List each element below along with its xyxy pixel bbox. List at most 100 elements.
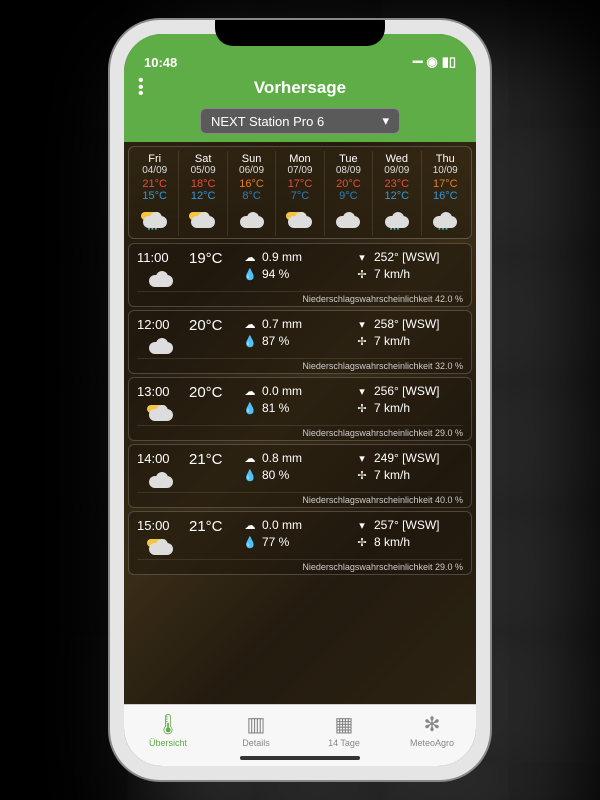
- tab-label: Übersicht: [149, 738, 187, 748]
- hour-time: 12:00: [137, 317, 185, 332]
- day-low-temp: 8°C: [228, 190, 275, 202]
- hour-temp: 21°C: [189, 451, 239, 468]
- day-date: 06/09: [228, 165, 275, 176]
- day-low-temp: 9°C: [325, 190, 372, 202]
- day-date: 07/09: [276, 165, 323, 176]
- hour-temp: 20°C: [189, 384, 239, 401]
- station-selected-label: NEXT Station Pro 6: [211, 114, 324, 129]
- day-name: Tue: [325, 153, 372, 165]
- day-column[interactable]: Tue08/09 20°C9°C: [325, 151, 373, 236]
- wind-speed-icon: ✢: [355, 469, 369, 482]
- precip-probability: Niederschlagswahrscheinlichkeit 42.0 %: [137, 291, 463, 304]
- humidity-icon: 💧: [243, 536, 257, 549]
- tab-details[interactable]: ▥Details: [212, 705, 300, 756]
- status-time: 10:48: [144, 55, 177, 70]
- menu-button[interactable]: •••: [138, 78, 144, 97]
- hour-weather-icon: [137, 338, 185, 354]
- day-date: 08/09: [325, 165, 372, 176]
- hour-weather-icon: [137, 271, 185, 287]
- precip-probability: Niederschlagswahrscheinlichkeit 40.0 %: [137, 492, 463, 505]
- day-column[interactable]: Wed09/0923°C12°C▪▪▪: [373, 151, 421, 236]
- day-name: Thu: [422, 153, 469, 165]
- wind-speed-value: 7 km/h: [374, 401, 410, 415]
- gear-icon: ✻: [424, 714, 441, 736]
- calendar-icon: ▦: [335, 714, 354, 736]
- wind-speed-icon: ✢: [355, 402, 369, 415]
- hour-time: 13:00: [137, 384, 185, 399]
- wind-dir-value: 257° [WSW]: [374, 518, 439, 532]
- hour-row[interactable]: 11:0019°C☁0.9 mm💧94 %▾252° [WSW]✢7 km/hN…: [128, 243, 472, 307]
- wind-speed-icon: ✢: [355, 536, 369, 549]
- hour-time: 15:00: [137, 518, 185, 533]
- humidity-value: 94 %: [262, 267, 289, 281]
- day-high-temp: 21°C: [131, 178, 178, 190]
- wifi-icon: ◉: [426, 54, 437, 70]
- day-low-temp: 15°C: [131, 190, 178, 202]
- battery-icon: ▮▯: [442, 54, 456, 70]
- hour-weather-icon: [137, 405, 185, 421]
- hour-row[interactable]: 12:0020°C☁0.7 mm💧87 %▾258° [WSW]✢7 km/hN…: [128, 310, 472, 374]
- home-indicator[interactable]: [240, 756, 360, 760]
- day-date: 05/09: [179, 165, 226, 176]
- day-high-temp: 20°C: [325, 178, 372, 190]
- wind-speed-icon: ✢: [355, 335, 369, 348]
- tab-label: Details: [242, 738, 270, 748]
- weather-icon: ▪▪▪: [131, 206, 178, 234]
- day-low-temp: 12°C: [373, 190, 420, 202]
- week-forecast: Fri04/0921°C15°C▪▪▪Sat05/0918°C12°CSun06…: [128, 146, 472, 239]
- precip-icon: ☁: [243, 251, 257, 264]
- hour-temp: 20°C: [189, 317, 239, 334]
- day-column[interactable]: Thu10/0917°C16°C▪▪▪: [422, 151, 469, 236]
- wind-dir-icon: ▾: [355, 385, 369, 398]
- precip-icon: ☁: [243, 519, 257, 532]
- precip-icon: ☁: [243, 452, 257, 465]
- wind-speed-icon: ✢: [355, 268, 369, 281]
- day-date: 04/09: [131, 165, 178, 176]
- chevron-down-icon: ▾: [382, 113, 389, 129]
- precip-icon: ☁: [243, 385, 257, 398]
- wind-speed-value: 7 km/h: [374, 468, 410, 482]
- wind-dir-value: 252° [WSW]: [374, 250, 439, 264]
- day-high-temp: 18°C: [179, 178, 226, 190]
- phone-frame: 10:48 ▪▪▪▪ ◉ ▮▯ ••• Vorhersage NEXT Stat…: [110, 20, 490, 780]
- hour-row[interactable]: 15:0021°C☁0.0 mm💧77 %▾257° [WSW]✢8 km/hN…: [128, 511, 472, 575]
- wind-dir-icon: ▾: [355, 452, 369, 465]
- hour-time: 11:00: [137, 250, 185, 265]
- day-high-temp: 23°C: [373, 178, 420, 190]
- tab-14 tage[interactable]: ▦14 Tage: [300, 705, 388, 756]
- notch: [215, 20, 385, 46]
- day-name: Wed: [373, 153, 420, 165]
- precip-value: 0.7 mm: [262, 317, 302, 331]
- tab-label: MeteoAgro: [410, 738, 454, 748]
- hour-row[interactable]: 13:0020°C☁0.0 mm💧81 %▾256° [WSW]✢7 km/hN…: [128, 377, 472, 441]
- wind-speed-value: 8 km/h: [374, 535, 410, 549]
- wind-dir-icon: ▾: [355, 519, 369, 532]
- day-name: Sat: [179, 153, 226, 165]
- tab-übersicht[interactable]: 🌡Übersicht: [124, 705, 212, 756]
- app-header: ••• Vorhersage: [124, 72, 476, 108]
- humidity-icon: 💧: [243, 335, 257, 348]
- day-column[interactable]: Mon07/0917°C7°C: [276, 151, 324, 236]
- day-name: Sun: [228, 153, 275, 165]
- weather-icon: [228, 206, 275, 234]
- wind-speed-value: 7 km/h: [374, 267, 410, 281]
- tab-meteoagro[interactable]: ✻ MeteoAgro: [388, 705, 476, 756]
- station-selector[interactable]: NEXT Station Pro 6 ▾: [200, 108, 400, 134]
- humidity-value: 77 %: [262, 535, 289, 549]
- forecast-content[interactable]: Fri04/0921°C15°C▪▪▪Sat05/0918°C12°CSun06…: [124, 142, 476, 704]
- day-column[interactable]: Sun06/09 16°C8°C: [228, 151, 276, 236]
- precip-probability: Niederschlagswahrscheinlichkeit 29.0 %: [137, 425, 463, 438]
- day-column[interactable]: Sat05/09 18°C12°C: [179, 151, 227, 236]
- day-low-temp: 12°C: [179, 190, 226, 202]
- hour-weather-icon: [137, 472, 185, 488]
- humidity-icon: 💧: [243, 402, 257, 415]
- hour-time: 14:00: [137, 451, 185, 466]
- wind-dir-icon: ▾: [355, 318, 369, 331]
- day-column[interactable]: Fri04/0921°C15°C▪▪▪: [131, 151, 179, 236]
- day-high-temp: 16°C: [228, 178, 275, 190]
- wind-dir-value: 258° [WSW]: [374, 317, 439, 331]
- hour-temp: 19°C: [189, 250, 239, 267]
- day-date: 10/09: [422, 165, 469, 176]
- wind-dir-value: 249° [WSW]: [374, 451, 439, 465]
- hour-row[interactable]: 14:0021°C☁0.8 mm💧80 %▾249° [WSW]✢7 km/hN…: [128, 444, 472, 508]
